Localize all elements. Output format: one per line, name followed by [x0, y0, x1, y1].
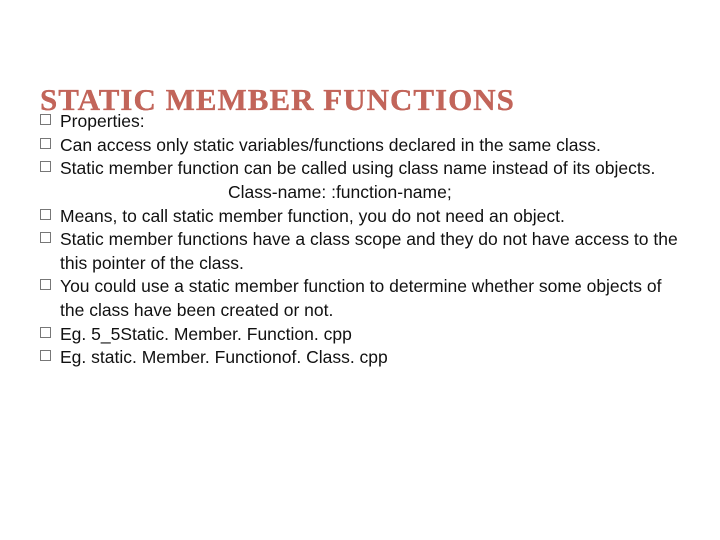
code-line: Class-name: :function-name;: [60, 181, 680, 205]
bullet-item: Eg. static. Member. Functionof. Class. c…: [40, 346, 680, 370]
bullet-item: Static member function can be called usi…: [40, 157, 680, 204]
slide: STATIC MEMBER FUNCTIONS Properties: Can …: [0, 0, 720, 540]
bullet-list: Properties: Can access only static varia…: [40, 110, 680, 370]
bullet-text: Static member functions have a class sco…: [60, 229, 678, 273]
bullet-text: Eg. 5_5Static. Member. Function. cpp: [60, 324, 352, 344]
bullet-text: Eg. static. Member. Functionof. Class. c…: [60, 347, 388, 367]
bullet-item: Static member functions have a class sco…: [40, 228, 680, 275]
checkbox-icon: [40, 114, 51, 125]
bullet-text: Properties:: [60, 111, 145, 131]
bullet-text: Means, to call static member function, y…: [60, 206, 565, 226]
checkbox-icon: [40, 327, 51, 338]
bullet-item: Eg. 5_5Static. Member. Function. cpp: [40, 323, 680, 347]
checkbox-icon: [40, 232, 51, 243]
checkbox-icon: [40, 279, 51, 290]
bullet-text: Static member function can be called usi…: [60, 158, 655, 178]
bullet-text: You could use a static member function t…: [60, 276, 662, 320]
bullet-item: You could use a static member function t…: [40, 275, 680, 322]
checkbox-icon: [40, 161, 51, 172]
checkbox-icon: [40, 209, 51, 220]
bullet-item: Can access only static variables/functio…: [40, 134, 680, 158]
checkbox-icon: [40, 138, 51, 149]
bullet-item: Properties:: [40, 110, 680, 134]
bullet-text: Can access only static variables/functio…: [60, 135, 601, 155]
checkbox-icon: [40, 350, 51, 361]
bullet-item: Means, to call static member function, y…: [40, 205, 680, 229]
